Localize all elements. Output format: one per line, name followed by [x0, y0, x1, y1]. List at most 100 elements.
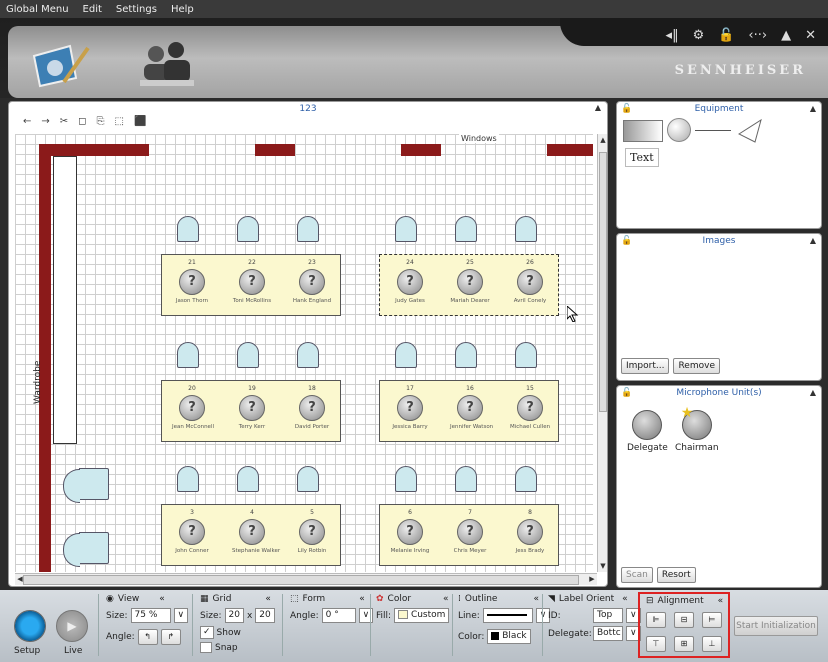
- grid-width-input[interactable]: 20: [224, 608, 244, 623]
- scroll-thumb[interactable]: [599, 152, 607, 412]
- seat[interactable]: 22? Toni McRollins: [232, 259, 272, 304]
- seat[interactable]: 8? Jess Brady: [510, 509, 550, 554]
- seat[interactable]: 3? John Conner: [172, 509, 212, 554]
- shape-triangle[interactable]: [737, 118, 763, 144]
- chair[interactable]: [177, 342, 199, 368]
- scroll-up-icon[interactable]: ▲: [598, 136, 608, 144]
- seat[interactable]: 19? Terry Kerr: [232, 385, 272, 430]
- collapse-icon[interactable]: «: [718, 596, 724, 606]
- scroll-right-icon[interactable]: ▶: [587, 575, 597, 583]
- setup-button[interactable]: [14, 610, 46, 642]
- table[interactable]: 20? Jean McConnell 19? Terry Kerr 18? David…: [161, 380, 341, 442]
- scroll-down-icon[interactable]: ▼: [598, 562, 608, 570]
- chair[interactable]: [455, 466, 477, 492]
- chair[interactable]: [237, 466, 259, 492]
- show-checkbox[interactable]: ✓: [200, 626, 214, 639]
- shape-rectangle[interactable]: [623, 120, 663, 142]
- grid-height-input[interactable]: 20: [255, 608, 275, 623]
- import-button[interactable]: Import...: [621, 358, 670, 374]
- chair[interactable]: [237, 216, 259, 242]
- align-top-button[interactable]: ⊤: [646, 636, 666, 652]
- lock-icon[interactable]: 🔓: [621, 234, 632, 248]
- chair[interactable]: [395, 466, 417, 492]
- seat[interactable]: 24? Judy Gates: [390, 259, 430, 304]
- id-orient-select[interactable]: Top: [593, 608, 623, 623]
- seat[interactable]: 23? Hank England: [292, 259, 332, 304]
- chair[interactable]: [177, 466, 199, 492]
- rotate-right-button[interactable]: ↱: [160, 629, 181, 645]
- select-icon[interactable]: ⬚: [114, 116, 123, 127]
- scan-button[interactable]: Scan: [621, 567, 653, 583]
- seat[interactable]: 7? Chris Meyer: [450, 509, 490, 554]
- seat[interactable]: 21? Jason Thorn: [172, 259, 212, 304]
- side-chair[interactable]: [63, 532, 109, 567]
- collapse-icon[interactable]: «: [359, 594, 365, 604]
- seat[interactable]: 25? Mariah Dearer: [450, 259, 490, 304]
- lock-icon[interactable]: 🔓: [621, 102, 632, 116]
- collapse-icon[interactable]: «: [533, 594, 539, 604]
- zoom-select[interactable]: 75 %: [130, 608, 171, 623]
- wardrobe[interactable]: [53, 156, 77, 444]
- form-angle-select[interactable]: 0 °: [321, 608, 356, 623]
- align-middle-button[interactable]: ⊞: [674, 636, 694, 652]
- table[interactable]: 6? Melanie Irving 7? Chris Meyer 8? Jess Br…: [379, 504, 559, 566]
- line-style-select[interactable]: [482, 608, 533, 623]
- live-button[interactable]: ▶: [56, 610, 88, 642]
- lock-icon[interactable]: 🔓: [621, 386, 632, 400]
- seat[interactable]: 15? Michael Cullen: [510, 385, 550, 430]
- chair[interactable]: [515, 342, 537, 368]
- room-canvas[interactable]: Windows Wardrobe 21? Jason Thorn 22? Toni …: [15, 134, 593, 572]
- fill-icon[interactable]: ⬛: [134, 116, 146, 127]
- zoom-dropdown-icon[interactable]: ∨: [173, 608, 189, 623]
- align-center-button[interactable]: ⊟: [674, 612, 694, 628]
- align-right-button[interactable]: ⊨: [702, 612, 722, 628]
- horizontal-scrollbar[interactable]: ◀ ▶: [15, 573, 597, 585]
- menu-global[interactable]: Global Menu: [6, 4, 69, 15]
- table[interactable]: 21? Jason Thorn 22? Toni McRollins 23? Hank…: [161, 254, 341, 316]
- scroll-thumb[interactable]: [23, 575, 579, 585]
- delegates-icon[interactable]: [138, 38, 198, 88]
- audio-icon[interactable]: ◂‖: [666, 28, 679, 43]
- copy-icon[interactable]: ◻: [78, 116, 86, 127]
- chair[interactable]: [395, 216, 417, 242]
- outline-color-button[interactable]: Black: [487, 629, 531, 644]
- eject-icon[interactable]: ▲: [781, 28, 791, 43]
- seat[interactable]: 26? Avril Conely: [510, 259, 550, 304]
- redo-icon[interactable]: →: [41, 116, 49, 127]
- delegate-unit[interactable]: Delegate: [627, 410, 668, 453]
- collapse-icon[interactable]: ▲: [810, 102, 816, 116]
- seat[interactable]: 17? Jessica Barry: [390, 385, 430, 430]
- menu-edit[interactable]: Edit: [83, 4, 102, 15]
- seat[interactable]: 18? David Porter: [292, 385, 332, 430]
- snap-checkbox[interactable]: [200, 642, 212, 653]
- cut-icon[interactable]: ✂: [60, 116, 68, 127]
- chairman-unit[interactable]: ★ Chairman: [675, 405, 719, 453]
- setup-mode-icon[interactable]: [30, 40, 92, 88]
- fill-color-button[interactable]: Custom: [394, 608, 450, 623]
- chair[interactable]: [297, 342, 319, 368]
- chair[interactable]: [455, 216, 477, 242]
- collapse-icon[interactable]: «: [443, 594, 449, 604]
- side-chair[interactable]: [63, 468, 109, 503]
- undo-icon[interactable]: ←: [23, 116, 31, 127]
- vertical-scrollbar[interactable]: ▲ ▼: [597, 134, 607, 572]
- chair[interactable]: [297, 466, 319, 492]
- seat[interactable]: 5? Lily Rotbin: [292, 509, 332, 554]
- collapse-icon[interactable]: ▲: [810, 234, 816, 248]
- menu-settings[interactable]: Settings: [116, 4, 157, 15]
- collapse-icon[interactable]: «: [622, 594, 628, 604]
- angle-dropdown-icon[interactable]: ∨: [358, 608, 374, 623]
- collapse-icon[interactable]: ▲: [595, 103, 601, 112]
- shape-text[interactable]: Text: [625, 148, 659, 167]
- chair[interactable]: [297, 216, 319, 242]
- rotate-left-button[interactable]: ↰: [137, 629, 158, 645]
- lock-icon[interactable]: 🔓: [718, 28, 734, 43]
- table-selected[interactable]: 24? Judy Gates 25? Mariah Dearer 26? Avril …: [379, 254, 559, 316]
- delegate-orient-select[interactable]: Bottc: [593, 626, 623, 641]
- start-initialization-button[interactable]: Start Initialization: [734, 616, 818, 636]
- align-left-button[interactable]: ⊫: [646, 612, 666, 628]
- seat[interactable]: 20? Jean McConnell: [172, 385, 214, 430]
- shape-line[interactable]: [695, 130, 731, 131]
- shape-circle[interactable]: [667, 118, 691, 142]
- remove-button[interactable]: Remove: [673, 358, 720, 374]
